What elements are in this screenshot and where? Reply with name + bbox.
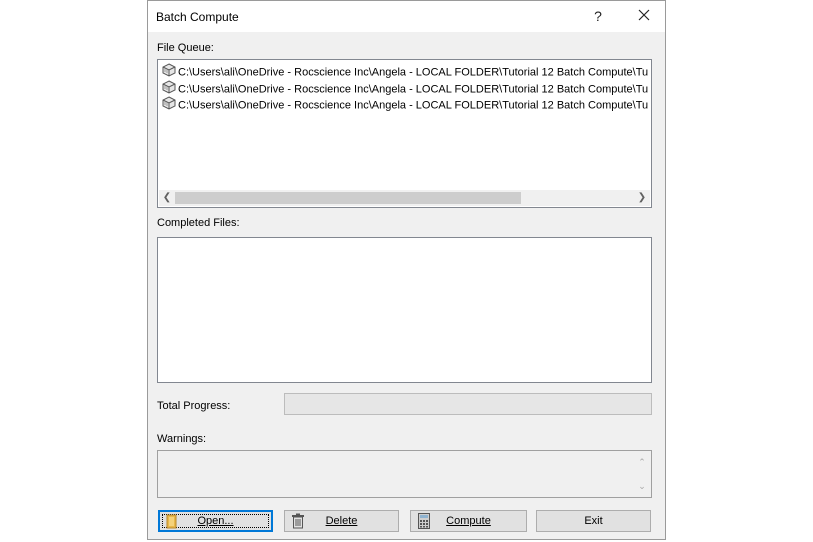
scroll-right-arrow[interactable]: ❯: [634, 190, 650, 206]
folder-open-icon: [166, 514, 177, 529]
delete-button-label: Delete: [325, 515, 358, 527]
file-path-text: C:\Users\ali\OneDrive - Rocscience Inc\A…: [178, 99, 648, 112]
close-button[interactable]: [634, 7, 654, 25]
batch-compute-dialog: Batch Compute ? File Queue: C:\Users\ali…: [147, 0, 666, 540]
file-path-text: C:\Users\ali\OneDrive - Rocscience Inc\A…: [178, 66, 648, 79]
file-queue-list[interactable]: C:\Users\ali\OneDrive - Rocscience Inc\A…: [157, 59, 652, 208]
model-file-icon: [162, 79, 176, 96]
model-file-icon: [162, 96, 176, 112]
exit-button[interactable]: Exit: [536, 510, 651, 532]
title-bar: Batch Compute ?: [148, 1, 665, 32]
trash-icon: [292, 513, 304, 529]
compute-button[interactable]: Compute: [410, 510, 527, 532]
horizontal-scrollbar[interactable]: ❮ ❯: [159, 190, 650, 206]
model-file-icon: [162, 63, 176, 79]
completed-files-list[interactable]: [157, 237, 652, 383]
file-queue-label: File Queue:: [157, 42, 214, 54]
file-path-text: C:\Users\ali\OneDrive - Rocscience Inc\A…: [178, 83, 648, 95]
compute-button-label: Compute: [446, 515, 491, 527]
close-icon: [638, 9, 650, 21]
scroll-thumb[interactable]: [175, 192, 521, 204]
help-button[interactable]: ?: [588, 7, 608, 25]
calculator-icon: [418, 513, 430, 529]
file-queue-item[interactable]: C:\Users\ali\OneDrive - Rocscience Inc\A…: [162, 79, 648, 96]
completed-files-label: Completed Files:: [157, 217, 240, 229]
vertical-scrollbar[interactable]: ⌃ ⌄: [634, 452, 650, 496]
scroll-down-arrow[interactable]: ⌄: [634, 478, 650, 494]
scroll-up-arrow[interactable]: ⌃: [634, 454, 650, 470]
delete-button[interactable]: Delete: [284, 510, 399, 532]
open-button[interactable]: Open...: [158, 510, 273, 532]
file-queue-item[interactable]: C:\Users\ali\OneDrive - Rocscience Inc\A…: [162, 63, 648, 79]
total-progress-bar: [284, 393, 652, 415]
file-queue-item[interactable]: C:\Users\ali\OneDrive - Rocscience Inc\A…: [162, 96, 648, 112]
warnings-label: Warnings:: [157, 433, 207, 445]
warnings-box[interactable]: ⌃ ⌄: [157, 450, 652, 498]
scroll-left-arrow[interactable]: ❮: [159, 190, 175, 206]
window-title: Batch Compute: [156, 10, 239, 24]
exit-button-label: Exit: [584, 515, 603, 527]
total-progress-label: Total Progress:: [157, 400, 231, 412]
